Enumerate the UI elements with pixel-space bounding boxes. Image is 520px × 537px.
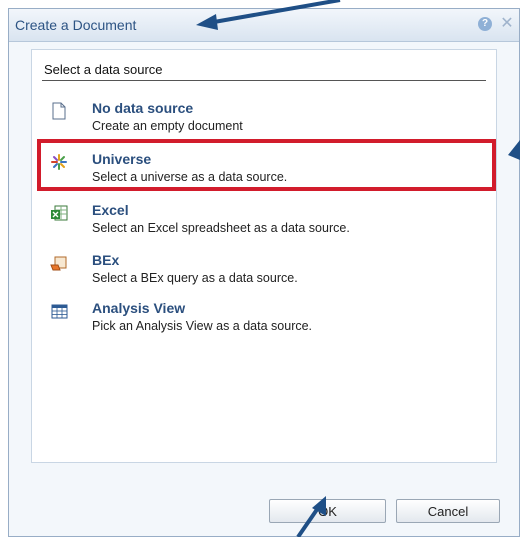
bex-icon [50, 256, 67, 271]
option-title: Analysis View [92, 300, 186, 316]
option-description: Select an Excel spreadsheet as a data so… [92, 221, 350, 235]
option-description: Select a BEx query as a data source. [92, 271, 298, 285]
option-excel[interactable]: Excel Select an Excel spreadsheet as a d… [50, 202, 470, 238]
option-description: Pick an Analysis View as a data source. [92, 319, 313, 333]
analysis-view-icon [51, 304, 68, 319]
excel-icon [51, 205, 68, 221]
section-divider [42, 80, 486, 81]
option-title: BEx [92, 252, 120, 268]
option-bex[interactable]: BEx Select a BEx query as a data source. [50, 252, 470, 288]
blank-document-icon [52, 102, 66, 120]
option-title: No data source [92, 100, 194, 116]
universe-highlight-box [37, 139, 496, 191]
section-title: Select a data source [44, 62, 163, 77]
dialog-footer: OK Cancel [9, 471, 519, 536]
help-icon[interactable]: ? [478, 17, 492, 31]
dialog-titlebar[interactable]: Create a Document ? ✕ [9, 9, 519, 42]
dialog-title: Create a Document [15, 17, 137, 33]
option-title: Excel [92, 202, 129, 218]
cancel-button[interactable]: Cancel [396, 499, 500, 523]
option-no-data-source[interactable]: No data source Create an empty document [50, 100, 470, 136]
close-icon[interactable]: ✕ [499, 15, 515, 33]
data-source-panel: Select a data source No data source Crea… [31, 49, 497, 463]
create-document-dialog: Create a Document ? ✕ Select a data sour… [8, 8, 520, 537]
option-description: Create an empty document [92, 119, 243, 133]
option-analysis-view[interactable]: Analysis View Pick an Analysis View as a… [50, 300, 470, 336]
ok-button[interactable]: OK [269, 499, 386, 523]
